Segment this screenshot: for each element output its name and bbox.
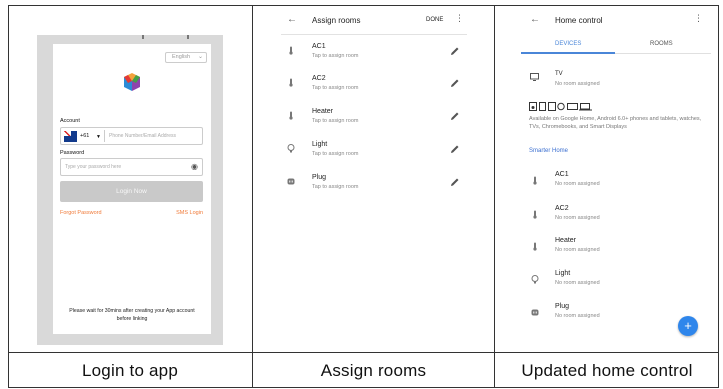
- device-name: AC1: [555, 171, 569, 178]
- phone-field[interactable]: +61 ▼ Phone Number/Email Address: [60, 127, 203, 145]
- device-room: No room assigned: [555, 215, 600, 221]
- tv-icon: [530, 73, 539, 81]
- device-room: No room assigned: [555, 181, 600, 187]
- app-logo-icon: [124, 73, 140, 91]
- device-room: No room assigned: [555, 313, 600, 319]
- chevron-down-icon: ⌄: [197, 54, 203, 60]
- smarter-home-link[interactable]: Smarter Home: [529, 148, 568, 154]
- device-name: AC2: [312, 75, 326, 82]
- tab-rooms[interactable]: ROOMS: [650, 41, 673, 47]
- eye-icon[interactable]: ◉: [191, 162, 198, 171]
- device-name: Plug: [555, 303, 570, 310]
- linking-note: Please wait for 30mins after creating yo…: [69, 308, 195, 322]
- field-separator: [104, 130, 105, 142]
- thermometer-icon: [533, 242, 537, 251]
- device-types-icon: [529, 102, 592, 111]
- login-button[interactable]: Login Now: [60, 181, 203, 202]
- assign-hint: Tap to assign room: [312, 53, 359, 59]
- thermometer-icon: [533, 210, 537, 219]
- device-room: No room assigned: [555, 280, 600, 286]
- home-title: Home control: [555, 16, 603, 25]
- device-room: No room assigned: [555, 247, 600, 253]
- device-name: Heater: [312, 108, 334, 115]
- back-arrow-icon[interactable]: ←: [287, 14, 297, 25]
- caption-assign: Assign rooms: [320, 360, 427, 380]
- country-flag-icon: [64, 131, 77, 142]
- dropdown-caret-icon[interactable]: ▼: [96, 134, 101, 140]
- edit-pencil-icon[interactable]: [449, 46, 460, 57]
- plug-icon: [531, 309, 539, 316]
- edit-pencil-icon[interactable]: [449, 78, 460, 89]
- more-vert-icon[interactable]: ⋮: [455, 14, 464, 23]
- device-name: Light: [555, 270, 571, 277]
- edit-pencil-icon[interactable]: [449, 177, 460, 188]
- caption-login: Login to app: [82, 360, 178, 380]
- thermometer-icon: [289, 78, 293, 87]
- tab-devices[interactable]: DEVICES: [555, 41, 581, 47]
- device-room: No room assigned: [555, 81, 600, 87]
- account-label: Account: [60, 118, 80, 124]
- divider: [252, 5, 253, 388]
- device-name: Light: [312, 141, 328, 148]
- thermometer-icon: [289, 111, 293, 120]
- language-select[interactable]: English ⌄: [165, 52, 207, 63]
- thermometer-icon: [533, 176, 537, 185]
- bulb-icon: [287, 144, 295, 153]
- thermometer-icon: [289, 46, 293, 55]
- divider: [494, 5, 495, 388]
- language-value: English: [172, 54, 191, 60]
- appbar-divider: [281, 34, 467, 35]
- login-card: English ⌄ Account +61 ▼ Phone Number/Ema…: [53, 44, 211, 334]
- assign-hint: Tap to assign room: [312, 184, 359, 190]
- plug-icon: [287, 178, 295, 185]
- assign-hint: Tap to assign room: [312, 85, 359, 91]
- device-name: AC2: [555, 205, 569, 212]
- assign-hint: Tap to assign room: [312, 151, 359, 157]
- more-vert-icon[interactable]: ⋮: [694, 14, 703, 23]
- device-name: Plug: [312, 174, 327, 181]
- device-name: TV: [555, 71, 563, 77]
- assign-title: Assign rooms: [312, 16, 361, 25]
- password-field[interactable]: Type your password here ◉: [60, 158, 203, 176]
- password-placeholder: Type your password here: [65, 164, 122, 170]
- country-code: +61: [80, 133, 90, 139]
- tab-indicator: [521, 52, 615, 54]
- edit-pencil-icon[interactable]: [449, 144, 460, 155]
- assign-hint: Tap to assign room: [312, 118, 359, 124]
- caption-home: Updated home control: [521, 360, 693, 380]
- divider: [8, 352, 719, 353]
- bulb-icon: [531, 275, 539, 284]
- back-arrow-icon[interactable]: ←: [530, 14, 540, 25]
- add-device-button[interactable]: +: [678, 316, 698, 336]
- forgot-password-link[interactable]: Forgot Password: [60, 210, 102, 216]
- edit-pencil-icon[interactable]: [449, 111, 460, 122]
- sms-login-link[interactable]: SMS Login: [176, 210, 203, 216]
- phone-placeholder: Phone Number/Email Address: [109, 133, 176, 139]
- done-button[interactable]: DONE: [426, 17, 443, 23]
- device-name: AC1: [312, 43, 326, 50]
- device-name: Heater: [555, 237, 577, 244]
- availability-text: Available on Google Home, Android 6.0+ p…: [529, 116, 702, 130]
- password-label: Password: [60, 150, 85, 156]
- backdrop-ticks: [37, 35, 223, 39]
